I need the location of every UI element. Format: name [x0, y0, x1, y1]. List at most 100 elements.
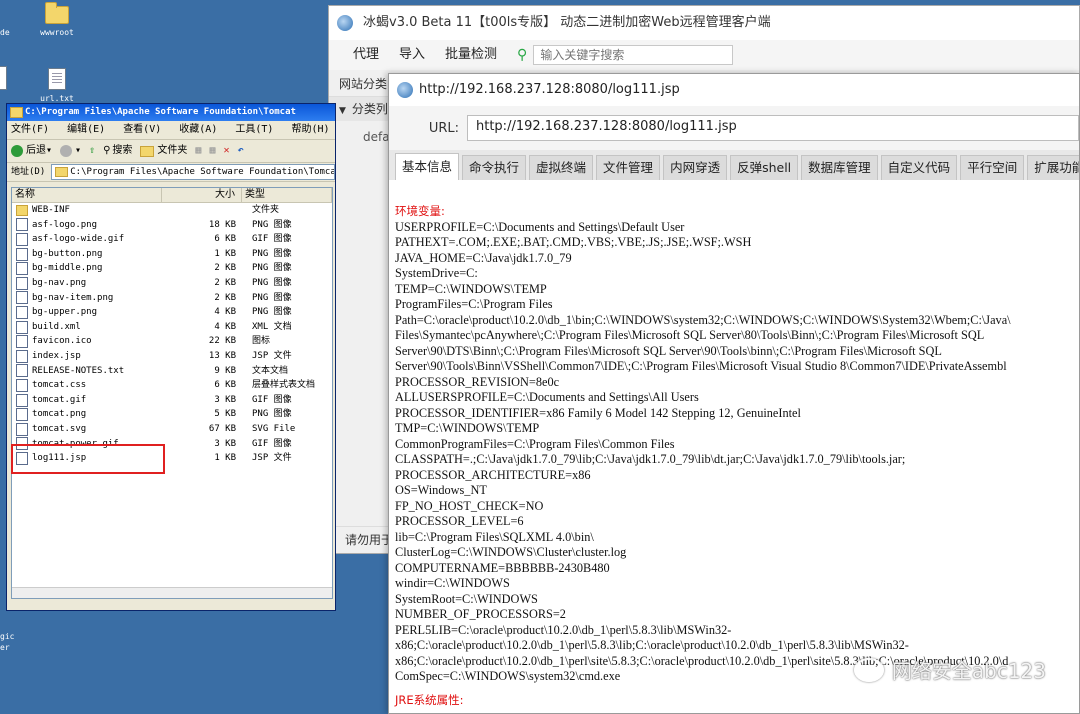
file-name: tomcat.svg [32, 422, 86, 437]
copy-to-button[interactable]: ▦ [209, 140, 215, 162]
file-rows: WEB-INF文件夹asf-logo.png18 KBPNG 图像asf-log… [12, 203, 332, 466]
folder-icon [45, 6, 69, 24]
window-titlebar: 冰蝎v3.0 Beta 11【t00ls专版】 动态二进制加密Web远程管理客户… [329, 6, 1079, 40]
menu-import[interactable]: 导入 [399, 40, 425, 70]
tab-3[interactable]: 虚拟终端 [529, 155, 593, 180]
text-file-icon [48, 68, 66, 90]
env-line: COMPUTERNAME=BBBBBB-2430B480 [395, 561, 1080, 577]
file-type: 层叠样式表文档 [242, 378, 332, 393]
file-row[interactable]: bg-button.png1 KBPNG 图像 [12, 247, 332, 262]
tab-8[interactable]: 自定义代码 [881, 155, 958, 180]
search-input[interactable] [533, 45, 733, 65]
file-row[interactable]: RELEASE-NOTES.txt9 KB文本文档 [12, 364, 332, 379]
tab-6[interactable]: 反弹shell [730, 155, 798, 180]
file-row[interactable]: bg-nav.png2 KBPNG 图像 [12, 276, 332, 291]
file-row[interactable]: favicon.ico22 KB图标 [12, 334, 332, 349]
file-name-cell: bg-nav-item.png [12, 291, 162, 306]
file-row[interactable]: WEB-INF文件夹 [12, 203, 332, 218]
folders-button[interactable]: 文件夹 [140, 140, 187, 162]
file-row[interactable]: tomcat.svg 67 KBSVG File [12, 422, 332, 437]
tab-site-category[interactable]: 网站分类 [329, 72, 391, 97]
tab-9[interactable]: 平行空间 [960, 155, 1024, 180]
forward-button[interactable]: ▾ [60, 140, 81, 162]
file-type: SVG File [242, 422, 332, 437]
env-lines: USERPROFILE=C:\Documents and Settings\De… [395, 220, 1080, 685]
undo-button[interactable]: ↶ [238, 140, 244, 162]
back-button[interactable]: 后退 ▾ [11, 140, 52, 162]
env-line: TEMP=C:\WINDOWS\TEMP [395, 282, 1080, 298]
env-line: TMP=C:\WINDOWS\TEMP [395, 421, 1080, 437]
file-name: bg-button.png [32, 247, 102, 262]
file-name-cell: bg-button.png [12, 247, 162, 262]
up-folder-button[interactable]: ⇧ [89, 140, 95, 162]
column-type[interactable]: 类型 [242, 188, 332, 202]
search-label: 搜索 [112, 140, 132, 162]
move-to-button[interactable]: ▦ [195, 140, 201, 162]
tab-4[interactable]: 文件管理 [596, 155, 660, 180]
desktop-icon-url-txt[interactable]: url.txt [27, 68, 87, 103]
file-name: favicon.ico [32, 334, 92, 349]
file-row[interactable]: bg-nav-item.png2 KBPNG 图像 [12, 291, 332, 306]
horizontal-scrollbar[interactable] [12, 587, 332, 598]
explorer-titlebar[interactable]: C:\Program Files\Apache Software Foundat… [7, 104, 335, 121]
menu-batch-check[interactable]: 批量检测 [445, 40, 497, 70]
menu-file[interactable]: 文件(F) [11, 124, 49, 135]
desktop-icon-wwwroot[interactable]: wwwroot [27, 6, 87, 37]
tab-2[interactable]: 命令执行 [462, 155, 526, 180]
tab-5[interactable]: 内网穿透 [663, 155, 727, 180]
env-line: PATHEXT=.COM;.EXE;.BAT;.CMD;.VBS;.VBE;.J… [395, 235, 1080, 251]
file-name-cell: index.jsp [12, 349, 162, 364]
behinder-app-icon [397, 82, 413, 98]
delete-button[interactable]: ✕ [223, 140, 229, 162]
file-row[interactable]: tomcat.gif3 KBGIF 图像 [12, 393, 332, 408]
file-row[interactable]: asf-logo.png18 KBPNG 图像 [12, 218, 332, 233]
category-group-label: 分类列 [352, 102, 388, 116]
file-type: PNG 图像 [242, 261, 332, 276]
desktop-fragment: gic [0, 632, 14, 641]
tab-7[interactable]: 数据库管理 [801, 155, 878, 180]
file-row[interactable]: build.xml4 KBXML 文档 [12, 320, 332, 335]
file-name: index.jsp [32, 349, 81, 364]
url-input[interactable]: http://192.168.237.128:8080/log111.jsp [467, 115, 1079, 141]
column-name[interactable]: 名称 [12, 188, 162, 202]
menu-tools[interactable]: 工具(T) [235, 124, 273, 135]
file-row[interactable]: asf-logo-wide.gif6 KBGIF 图像 [12, 232, 332, 247]
address-label: 地址(D) [11, 163, 45, 181]
env-line: CLASSPATH=.;C:\Java\jdk1.7.0_79\lib;C:\J… [395, 452, 1080, 468]
category-group-header[interactable]: ▼分类列 [329, 97, 391, 121]
column-size[interactable]: 大小 [162, 188, 242, 202]
file-size: 67 KB [162, 422, 242, 437]
env-line: PERL5LIB=C:\oracle\product\10.2.0\db_1\p… [395, 623, 1080, 639]
file-row[interactable]: bg-upper.png4 KBPNG 图像 [12, 305, 332, 320]
env-line: PROCESSOR_LEVEL=6 [395, 514, 1080, 530]
tab-10[interactable]: 扩展功能 [1027, 155, 1080, 180]
menu-edit[interactable]: 编辑(E) [67, 124, 105, 135]
file-row[interactable]: tomcat.png5 KBPNG 图像 [12, 407, 332, 422]
file-icon [16, 350, 28, 363]
file-name-cell: asf-logo.png [12, 218, 162, 233]
file-row[interactable]: index.jsp13 KBJSP 文件 [12, 349, 332, 364]
file-size: 1 KB [162, 247, 242, 262]
menu-favorites[interactable]: 收藏(A) [179, 124, 217, 135]
file-name: WEB-INF [32, 203, 70, 218]
file-size: 5 KB [162, 407, 242, 422]
file-size: 18 KB [162, 218, 242, 233]
menu-view[interactable]: 查看(V) [123, 124, 161, 135]
menu-proxy[interactable]: 代理 [353, 40, 379, 70]
file-size: 2 KB [162, 261, 242, 276]
file-row[interactable]: tomcat.css6 KB层叠样式表文档 [12, 378, 332, 393]
explorer-toolbar: 后退 ▾ ▾ ⇧ ⚲搜索 文件夹 ▦ ▦ ✕ ↶ [7, 140, 335, 163]
search-button[interactable]: ⚲搜索 [103, 140, 132, 162]
file-size: 6 KB [162, 232, 242, 247]
file-type: 文本文档 [242, 364, 332, 379]
file-name: tomcat.png [32, 407, 86, 422]
file-name-cell: bg-nav.png [12, 276, 162, 291]
file-name: build.xml [32, 320, 81, 335]
env-line: CommonProgramFiles=C:\Program Files\Comm… [395, 437, 1080, 453]
menu-help[interactable]: 帮助(H) [291, 124, 329, 135]
file-size: 13 KB [162, 349, 242, 364]
address-input[interactable]: C:\Program Files\Apache Software Foundat… [51, 164, 335, 180]
tab-1[interactable]: 基本信息 [395, 153, 459, 180]
env-line: Server\90\DTS\Binn\;C:\Program Files\Mic… [395, 344, 1080, 360]
file-row[interactable]: bg-middle.png2 KBPNG 图像 [12, 261, 332, 276]
